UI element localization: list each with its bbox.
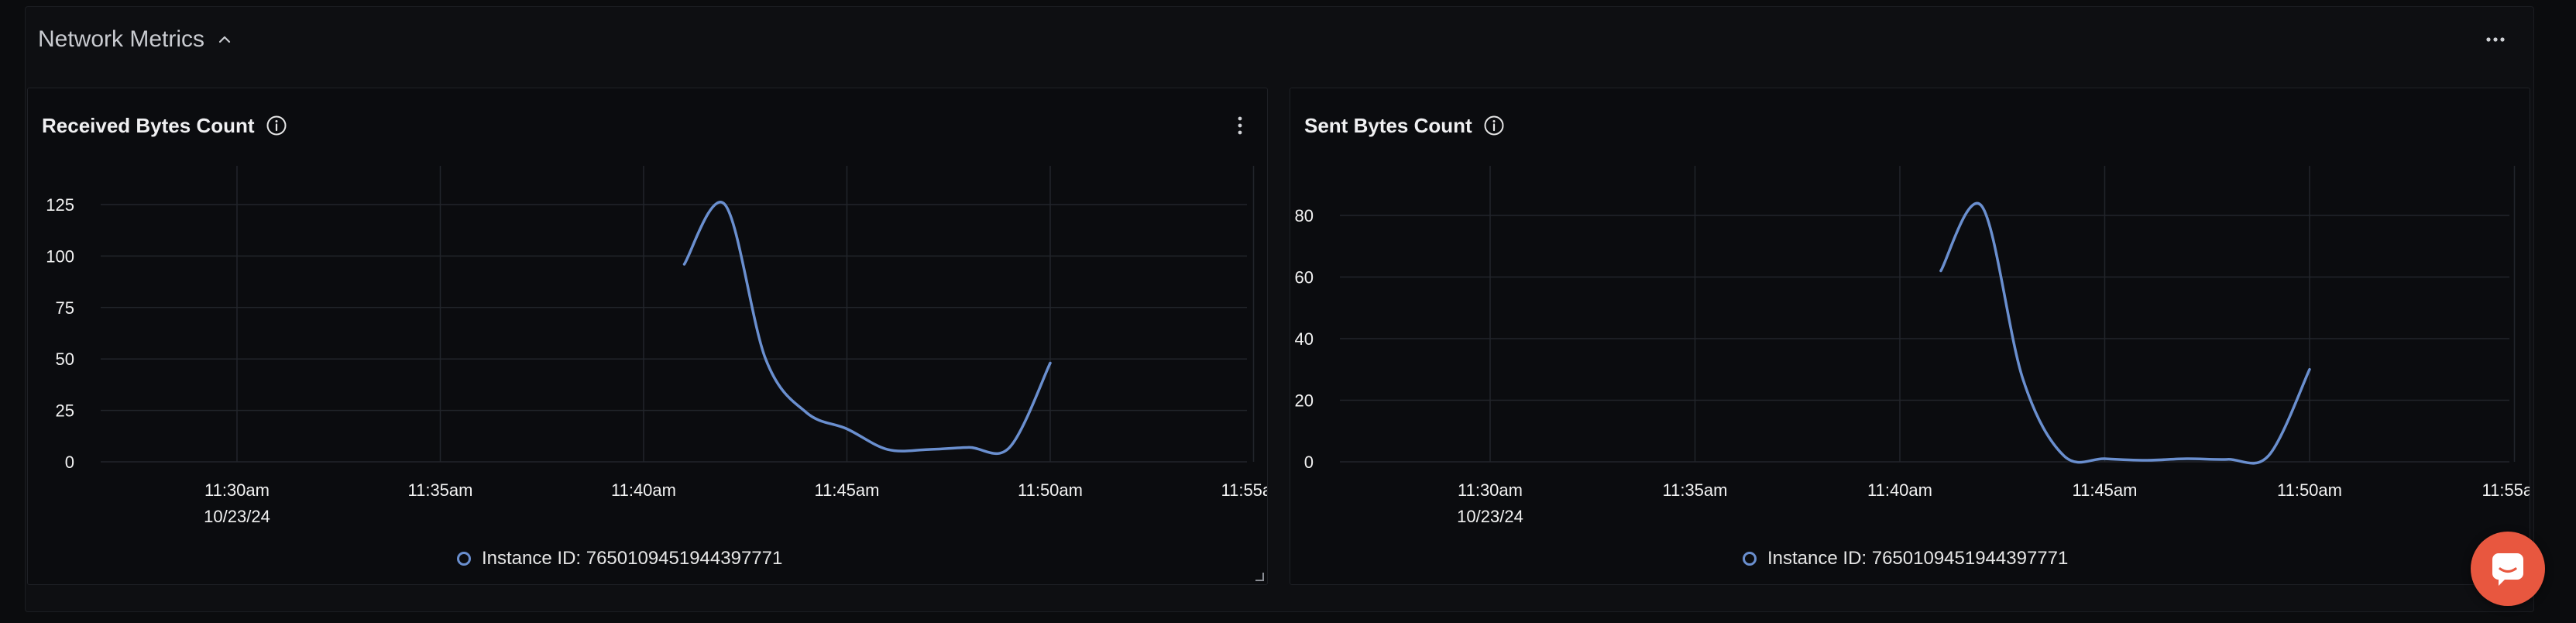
y-tick-label: 125 [46,195,74,215]
x-tick-label: 11:40am [611,480,676,500]
chevron-up-icon[interactable] [215,30,234,49]
x-date-label: 10/23/24 [204,507,270,526]
network-metrics-section: Network Metrics Received Bytes Count 0 25… [25,6,2534,612]
chart-legend[interactable]: Instance ID: 7650109451944397771 [1743,546,2068,572]
x-tick-label: 11:55am [1221,480,1267,500]
y-tick-label: 40 [1295,329,1314,349]
x-tick-label: 11:55am [2482,480,2530,500]
legend-marker [457,552,471,566]
legend-label: Instance ID: 7650109451944397771 [482,548,783,569]
x-tick-label: 11:45am [815,480,880,500]
x-tick-label: 11:40am [1867,480,1932,500]
series-line [682,201,1052,456]
y-tick-label: 60 [1295,268,1314,287]
legend-label: Instance ID: 7650109451944397771 [1767,548,2069,569]
x-tick-label: 11:35am [1663,480,1728,500]
x-tick-label: 11:35am [408,480,473,500]
x-tick-label: 11:30am [204,480,270,500]
x-tick-label: 11:45am [2073,480,2138,500]
sent-bytes-chart: 0 20 40 60 80 11:30am 11:35am 11:40am 11:45am 11:… [1295,166,2530,526]
y-tick-label: 20 [1295,391,1314,411]
y-tick-label: 25 [56,401,74,421]
chart-legend[interactable]: Instance ID: 7650109451944397771 [457,546,782,572]
y-tick-label: 0 [1304,453,1314,472]
x-tick-label: 11:50am [2277,480,2342,500]
chat-icon [2492,553,2523,586]
y-tick-label: 80 [1295,206,1314,225]
x-date-label: 10/23/24 [1457,507,1523,526]
y-tick-label: 50 [56,349,74,369]
received-bytes-panel: Received Bytes Count 0 25 50 75 100 125 11:30a… [27,88,1268,585]
section-title: Network Metrics [38,26,205,52]
y-tick-label: 100 [46,246,74,266]
y-tick-label: 0 [65,453,74,472]
more-horizontal-icon[interactable] [2484,32,2507,47]
received-bytes-chart: 0 25 50 75 100 125 11:30am 11:35am 11:40am 11:45a… [46,166,1267,526]
chat-button[interactable] [2471,532,2545,606]
legend-marker [1743,552,1757,566]
y-tick-label: 75 [56,298,74,318]
section-header[interactable]: Network Metrics [38,24,234,55]
resize-handle-icon[interactable] [1253,570,1264,581]
x-tick-label: 11:30am [1458,480,1523,500]
series-line [1939,201,2311,465]
sent-bytes-panel: Sent Bytes Count 0 20 40 60 80 11:30am 11:35am… [1290,88,2530,585]
x-tick-label: 11:50am [1018,480,1083,500]
